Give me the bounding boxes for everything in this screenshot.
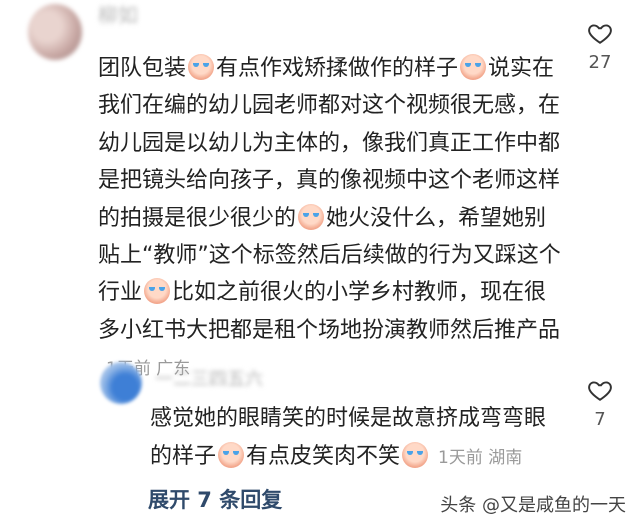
crying-face-emoji-icon bbox=[402, 442, 429, 468]
reply-location: 湖南 bbox=[488, 448, 523, 468]
crying-face-emoji-icon bbox=[218, 442, 245, 468]
heart-outline-icon[interactable] bbox=[587, 20, 613, 46]
crying-face-emoji-icon bbox=[460, 54, 487, 80]
crying-face-emoji-icon bbox=[144, 278, 171, 305]
watermark: 头条 @又是咸鱼的一天 bbox=[440, 495, 626, 516]
comment-like-group: 27 bbox=[580, 20, 620, 73]
comment-text-part-2: 有点作戏矫揉做作的样子 bbox=[216, 56, 459, 81]
crying-face-emoji-icon bbox=[188, 54, 215, 80]
comment-username[interactable]: 柳如 bbox=[98, 0, 218, 30]
comment-text: 团队包装 有点作戏矫揉做作的样子 说实在我们在编的幼儿园老师都对这个视频很无感，在幼… bbox=[98, 50, 563, 389]
reply-time: 1天前 bbox=[438, 448, 483, 468]
reply-text-part-2: 有点皮笑肉不笑 bbox=[246, 444, 401, 469]
reply-text: 感觉她的眼睛笑的时候是故意挤成弯弯眼的样子 有点皮笑肉不笑 1天前 湖南 bbox=[150, 400, 550, 477]
reply-avatar[interactable] bbox=[100, 362, 142, 404]
reply-meta: 1天前 湖南 bbox=[438, 448, 522, 468]
comment-like-count: 27 bbox=[588, 52, 612, 73]
reply-username[interactable]: 一二三四五六 bbox=[155, 366, 315, 394]
comment-avatar[interactable] bbox=[28, 4, 82, 60]
comment-text-part-3: 说实在我们在编的幼儿园老师都对这个视频很无感，在幼儿园是以幼儿为主体的，像我们真… bbox=[98, 56, 561, 231]
heart-outline-icon[interactable] bbox=[587, 377, 613, 403]
comment-text-part-1: 团队包装 bbox=[98, 56, 187, 81]
crying-face-emoji-icon bbox=[298, 203, 325, 230]
expand-replies-button[interactable]: 展开 7 条回复 bbox=[148, 484, 282, 514]
reply-like-group: 7 bbox=[580, 377, 620, 430]
reply-like-count: 7 bbox=[594, 409, 606, 430]
